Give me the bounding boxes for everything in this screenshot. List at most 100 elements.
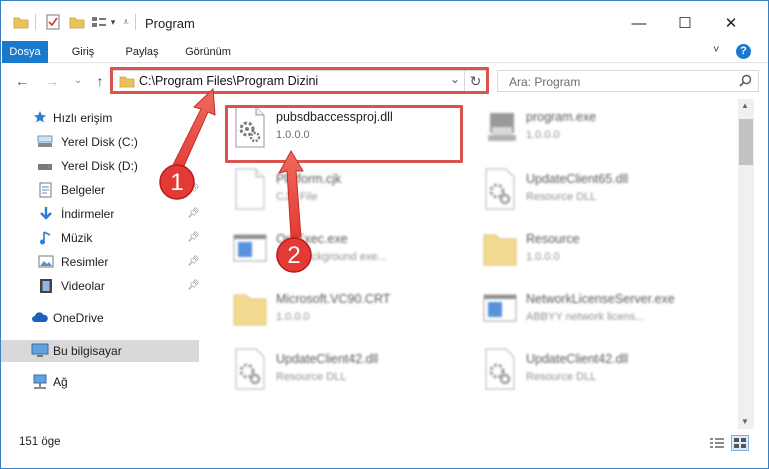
file-item[interactable]: OptExec.exe Run background exe... bbox=[210, 225, 450, 285]
search-placeholder: Ara: Program bbox=[509, 75, 581, 89]
sidebar-item-pictures[interactable]: Resimler 📌︎ bbox=[1, 251, 201, 273]
sidebar-item-label: Yerel Disk (D:) bbox=[61, 159, 138, 173]
network-icon bbox=[31, 374, 47, 390]
sidebar-item-label: Hızlı erişim bbox=[53, 111, 113, 125]
tiles-view-icon[interactable] bbox=[731, 435, 749, 451]
back-button[interactable]: ← bbox=[13, 72, 31, 90]
folder-icon bbox=[482, 227, 518, 271]
file-name: program.exe bbox=[526, 110, 597, 124]
tab-view[interactable]: Görünüm bbox=[179, 41, 237, 63]
scroll-down-icon[interactable]: ▼ bbox=[741, 417, 749, 426]
sidebar-item-quick-access[interactable]: Hızlı erişim bbox=[1, 107, 201, 129]
title-bar: ▾ ⩡ Program — ☐ ✕ bbox=[1, 1, 768, 41]
sidebar-item-label: Yerel Disk (C:) bbox=[61, 135, 138, 149]
scrollbar-thumb[interactable] bbox=[739, 119, 753, 165]
status-bar: 151 öge bbox=[1, 431, 768, 468]
computer-icon bbox=[31, 343, 49, 359]
pin-icon[interactable]: 📌︎ bbox=[187, 256, 200, 267]
folder-icon bbox=[119, 74, 135, 91]
drive-icon bbox=[37, 161, 53, 177]
properties-icon[interactable] bbox=[45, 13, 61, 31]
pin-icon[interactable]: 📌︎ bbox=[187, 280, 200, 291]
pin-icon[interactable]: 📌︎ bbox=[187, 232, 200, 243]
file-item[interactable]: UpdateClient42.dll Resource DLL bbox=[210, 345, 450, 405]
address-row: ← → ⌄ ↑ C:\Program Files\Program Dizini … bbox=[1, 64, 768, 98]
tab-home[interactable]: Giriş bbox=[63, 41, 103, 63]
step-1-label: 1 bbox=[170, 169, 184, 196]
minimize-button[interactable]: — bbox=[616, 9, 662, 37]
download-icon bbox=[39, 206, 55, 222]
file-item-selected-dll[interactable]: pubsdbaccessproj.dll 1.0.0.0 bbox=[210, 103, 450, 163]
dll-gear-icon bbox=[482, 167, 518, 211]
file-item[interactable]: Microsoft.VC90.CRT 1.0.0.0 bbox=[210, 285, 450, 345]
tab-file[interactable]: Dosya bbox=[2, 41, 48, 63]
file-subtitle: 1.0.0.0 bbox=[526, 251, 560, 263]
pin-icon[interactable]: 📌︎ bbox=[187, 208, 200, 219]
scroll-up-icon[interactable]: ▲ bbox=[741, 101, 749, 110]
file-item[interactable]: Platform.cjk CJK File bbox=[210, 165, 450, 225]
sidebar-item-label: OneDrive bbox=[53, 311, 104, 325]
sidebar-item-this-pc[interactable]: Bu bilgisayar bbox=[1, 340, 199, 362]
details-view-icon[interactable] bbox=[709, 437, 725, 452]
file-name: Resource bbox=[526, 232, 580, 246]
drive-icon bbox=[37, 135, 53, 151]
view-options-icon[interactable] bbox=[91, 13, 107, 31]
file-subtitle: CJK File bbox=[276, 191, 318, 203]
sidebar-item-label: Videolar bbox=[61, 279, 105, 293]
recent-locations-button[interactable]: ⌄ bbox=[69, 72, 87, 90]
sidebar-item-videos[interactable]: Videolar 📌︎ bbox=[1, 275, 201, 297]
sidebar-item-label: Bu bilgisayar bbox=[53, 344, 122, 358]
navigation-pane: Hızlı erişim Yerel Disk (C:) Yerel Disk … bbox=[1, 99, 208, 429]
help-icon[interactable]: ? bbox=[736, 44, 751, 59]
file-item[interactable]: NetworkLicenseServer.exe ABBYY network l… bbox=[460, 285, 700, 345]
file-subtitle: ABBYY network licens... bbox=[526, 311, 645, 323]
file-item[interactable]: UpdateClient65.dll Resource DLL bbox=[460, 165, 700, 225]
new-folder-icon[interactable] bbox=[69, 13, 85, 31]
window-icon bbox=[482, 287, 518, 331]
file-subtitle: 1.0.0.0 bbox=[276, 311, 310, 323]
file-name: UpdateClient42.dll bbox=[526, 352, 629, 366]
search-input[interactable]: Ara: Program bbox=[497, 70, 759, 92]
address-path[interactable]: C:\Program Files\Program Dizini bbox=[139, 74, 318, 88]
file-item[interactable]: Resource 1.0.0.0 bbox=[460, 225, 700, 285]
file-name: NetworkLicenseServer.exe bbox=[526, 292, 675, 306]
folder-icon bbox=[232, 287, 268, 331]
refresh-button[interactable]: ↻ bbox=[465, 70, 487, 92]
file-name: Platform.cjk bbox=[276, 172, 342, 186]
close-button[interactable]: ✕ bbox=[708, 9, 754, 37]
sidebar-item-downloads[interactable]: İndirmeler 📌︎ bbox=[1, 203, 201, 225]
sidebar-item-disk-c[interactable]: Yerel Disk (C:) bbox=[1, 131, 201, 153]
documents-icon bbox=[39, 182, 55, 198]
dll-gear-icon bbox=[482, 347, 518, 391]
customize-toolbar-icon[interactable]: ⩡ bbox=[121, 13, 131, 31]
music-icon bbox=[39, 230, 55, 246]
sidebar-item-label: Müzik bbox=[61, 231, 93, 245]
tab-share[interactable]: Paylaş bbox=[118, 41, 166, 63]
file-subtitle: Resource DLL bbox=[526, 191, 597, 203]
file-subtitle: Resource DLL bbox=[526, 371, 597, 383]
blank-file-icon bbox=[232, 167, 268, 211]
step-2-label: 2 bbox=[287, 242, 301, 269]
file-name: UpdateClient65.dll bbox=[526, 172, 629, 186]
sidebar-item-label: Resimler bbox=[61, 255, 109, 269]
folder-icon[interactable] bbox=[13, 13, 29, 31]
address-bar[interactable]: C:\Program Files\Program Dizini ⌄ bbox=[112, 70, 465, 92]
sidebar-item-music[interactable]: Müzik 📌︎ bbox=[1, 227, 201, 249]
file-name: Microsoft.VC90.CRT bbox=[276, 292, 391, 306]
file-item[interactable]: program.exe 1.0.0.0 bbox=[460, 103, 700, 163]
file-name: pubsdbaccessproj.dll bbox=[276, 110, 393, 124]
sidebar-item-label: Belgeler bbox=[61, 183, 106, 197]
vertical-scrollbar[interactable]: ▲ ▼ bbox=[738, 99, 754, 429]
ribbon-expand-icon[interactable]: ˅ bbox=[713, 44, 719, 56]
explorer-window: ▾ ⩡ Program — ☐ ✕ Dosya Giriş Paylaş Gör… bbox=[0, 0, 769, 469]
forward-button[interactable]: → bbox=[43, 72, 61, 90]
up-button[interactable]: ↑ bbox=[91, 72, 109, 90]
address-dropdown-icon[interactable]: ⌄ bbox=[450, 72, 460, 86]
sidebar-item-onedrive[interactable]: OneDrive bbox=[1, 307, 201, 329]
maximize-button[interactable]: ☐ bbox=[662, 9, 708, 37]
sidebar-item-network[interactable]: Ağ bbox=[1, 371, 201, 393]
file-subtitle: 1.0.0.0 bbox=[276, 129, 310, 141]
chevron-down-icon[interactable]: ▾ bbox=[108, 13, 118, 31]
file-item[interactable]: UpdateClient42.dll Resource DLL bbox=[460, 345, 700, 405]
pin-icon[interactable]: 📌︎ bbox=[187, 184, 200, 195]
